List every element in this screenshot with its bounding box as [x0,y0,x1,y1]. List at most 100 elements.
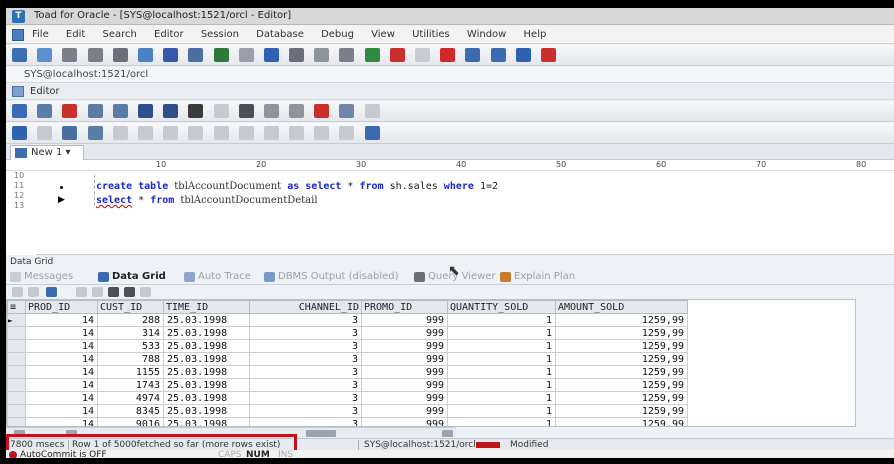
table-cell[interactable]: 999 [361,378,448,392]
table-cell[interactable]: 3 [249,365,362,379]
column-header[interactable]: CUST_ID [97,300,164,314]
column-header[interactable]: CHANNEL_ID [249,300,362,314]
table-cell[interactable]: 1259,99 [555,417,688,426]
menu-database[interactable]: Database [256,29,304,40]
column-header[interactable]: AMOUNT_SOLD [555,300,688,314]
document-menu-icon[interactable] [12,29,24,41]
table-cell[interactable]: 999 [361,313,448,327]
table-cell[interactable]: 1259,99 [555,352,688,366]
user-remove-icon[interactable] [490,48,506,62]
column-header[interactable]: PROD_ID [25,300,98,314]
next-record-icon[interactable] [108,287,119,297]
find-icon[interactable] [263,104,279,118]
table-cell[interactable]: 14 [25,313,98,327]
column-header[interactable]: QUANTITY_SOLD [447,300,556,314]
column-header[interactable]: TIME_ID [163,300,250,314]
table-cell[interactable]: 1259,99 [555,378,688,392]
table-cell[interactable]: 25.03.1998 [163,391,250,405]
table-cell[interactable]: 1 [447,404,556,418]
database-icon[interactable] [163,48,179,62]
sql-modeler-icon[interactable] [112,48,128,62]
table-cell[interactable]: 14 [25,326,98,340]
debug-icon[interactable] [314,48,330,62]
table-row[interactable]: 14 4974 25.03.1998 3 999 1 1259,99 [7,391,688,405]
panel-icon[interactable] [339,126,355,140]
user-add-icon[interactable] [465,48,481,62]
team-coding-icon[interactable] [389,48,405,62]
prior-record-icon[interactable] [92,287,103,297]
link-icon[interactable] [87,126,103,140]
indent-icon[interactable] [137,126,153,140]
trace-icon[interactable] [112,104,128,118]
table-cell[interactable]: 3 [249,404,362,418]
sql-editor-icon[interactable] [62,48,78,62]
table-cell[interactable]: 3 [249,339,362,353]
table-cell[interactable]: 25.03.1998 [163,417,250,426]
table-cell[interactable]: 8345 [97,404,164,418]
table-cell[interactable]: 14 [25,339,98,353]
add-row-icon[interactable] [12,287,23,297]
table-cell[interactable]: 25.03.1998 [163,326,250,340]
row-indicator[interactable]: ► [7,313,26,327]
execute-icon[interactable] [12,104,27,118]
table-cell[interactable]: 14 [25,404,98,418]
table-cell[interactable]: 999 [361,339,448,353]
tab-dbms-output[interactable]: DBMS Output (disabled) [278,271,399,282]
object-icon[interactable] [62,126,78,140]
tab-data-grid[interactable]: Data Grid [112,271,166,282]
table-cell[interactable]: 3 [249,391,362,405]
lowercase-icon[interactable] [213,126,229,140]
bookmark-icon[interactable] [314,104,330,118]
export-icon[interactable] [339,48,355,62]
menu-help[interactable]: Help [524,29,547,40]
execute-script-icon[interactable] [37,104,53,118]
table-cell[interactable]: 14 [25,352,98,366]
compare-icon[interactable] [238,48,254,62]
table-cell[interactable]: 999 [361,352,448,366]
arrow-right-icon[interactable] [515,48,531,62]
row-indicator[interactable] [7,417,26,426]
table-cell[interactable]: 3 [249,313,362,327]
table-cell[interactable]: 14 [25,417,98,426]
new-connection-icon[interactable] [12,48,27,62]
table-cell[interactable]: 25.03.1998 [163,313,250,327]
tab-messages[interactable]: Messages [24,271,73,282]
table-cell[interactable]: 25.03.1998 [163,404,250,418]
table-cell[interactable]: 25.03.1998 [163,339,250,353]
procedure-editor-icon[interactable] [87,48,103,62]
layout-icon[interactable] [314,126,330,140]
uppercase-icon[interactable] [188,126,204,140]
step-icon[interactable] [37,126,53,140]
outdent-icon[interactable] [163,126,179,140]
table-cell[interactable]: 999 [361,417,448,426]
menu-view[interactable]: View [371,29,395,40]
save-icon[interactable] [137,104,153,118]
table-cell[interactable]: 25.03.1998 [163,378,250,392]
table-cell[interactable]: 288 [97,313,164,327]
table-cell[interactable]: 25.03.1998 [163,365,250,379]
table-cell[interactable]: 14 [25,365,98,379]
table-cell[interactable]: 1 [447,352,556,366]
table-cell[interactable]: 3 [249,326,362,340]
table-cell[interactable]: 1 [447,391,556,405]
menu-utilities[interactable]: Utilities [412,29,450,40]
run-icon[interactable] [263,48,279,62]
history-icon[interactable] [339,104,355,118]
table-cell[interactable]: 533 [97,339,164,353]
open-icon[interactable] [188,104,204,118]
table-cell[interactable]: 3 [249,417,362,426]
template-icon[interactable] [238,126,254,140]
table-cell[interactable]: 14 [25,378,98,392]
menu-editor[interactable]: Editor [154,29,184,40]
arrow-left-icon[interactable] [540,48,556,62]
table-row[interactable]: 14 533 25.03.1998 3 999 1 1259,99 [7,339,688,353]
row-indicator[interactable] [7,365,26,379]
table-cell[interactable]: 3 [249,378,362,392]
tab-explain-plan[interactable]: Explain Plan [514,271,575,282]
table-cell[interactable]: 3 [249,352,362,366]
cancel-icon[interactable] [62,104,78,118]
table-cell[interactable]: 1 [447,339,556,353]
table-row[interactable]: 14 314 25.03.1998 3 999 1 1259,99 [7,326,688,340]
row-indicator[interactable] [7,391,26,405]
save-as-icon[interactable] [163,104,179,118]
